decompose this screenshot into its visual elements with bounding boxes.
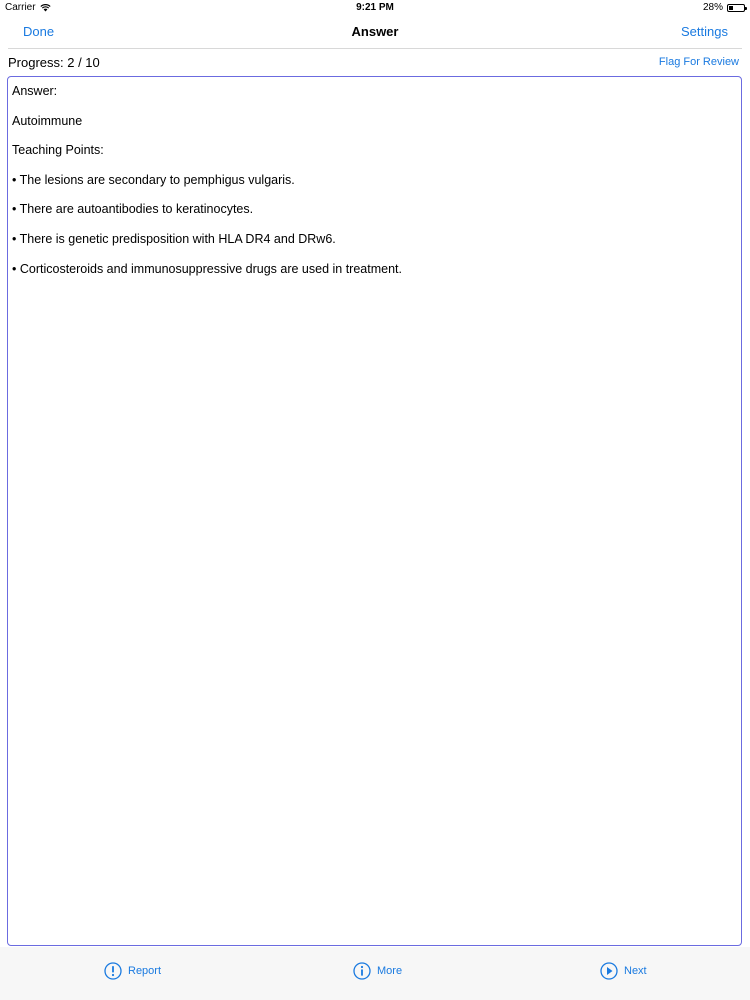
flag-for-review-button[interactable]: Flag For Review: [659, 56, 739, 68]
info-circle-icon: [353, 962, 371, 980]
more-button[interactable]: More: [353, 962, 402, 980]
answer-heading: Answer:: [12, 84, 58, 98]
report-label: Report: [128, 965, 162, 977]
status-time: 9:21 PM: [356, 2, 394, 13]
exclamation-circle-icon: [104, 962, 122, 980]
battery-fill: [729, 5, 733, 10]
battery-percent: 28%: [702, 2, 723, 13]
answer-content[interactable]: Answer: Autoimmune Teaching Points: • Th…: [7, 76, 742, 946]
next-label: Next: [624, 965, 647, 977]
battery-indicator: 28%: [702, 2, 747, 13]
settings-button[interactable]: Settings: [681, 24, 728, 39]
play-circle-icon: [600, 962, 618, 980]
next-button[interactable]: Next: [600, 962, 647, 980]
battery-icon: [727, 3, 747, 12]
teaching-point: • There is genetic predisposition with H…: [12, 231, 336, 246]
teaching-point: • Corticosteroids and immunosuppressive …: [12, 261, 402, 276]
progress-label: Progress: 2 / 10: [8, 55, 100, 70]
page-title: Answer: [351, 24, 399, 39]
navigation-bar: Done Answer Settings: [8, 16, 742, 49]
teaching-points-heading: Teaching Points:: [12, 143, 104, 158]
report-button[interactable]: Report: [104, 962, 161, 980]
teaching-point: • The lesions are secondary to pemphigus…: [12, 172, 295, 187]
teaching-point: • There are autoantibodies to keratinocy…: [12, 202, 254, 217]
progress-row: Progress: 2 / 10 Flag For Review: [8, 54, 741, 72]
answer-value: Autoimmune: [12, 113, 83, 128]
bottom-toolbar: Report More Next: [0, 947, 750, 1000]
status-bar: Carrier 9:21 PM 28%: [0, 0, 750, 16]
more-label: More: [377, 965, 403, 977]
